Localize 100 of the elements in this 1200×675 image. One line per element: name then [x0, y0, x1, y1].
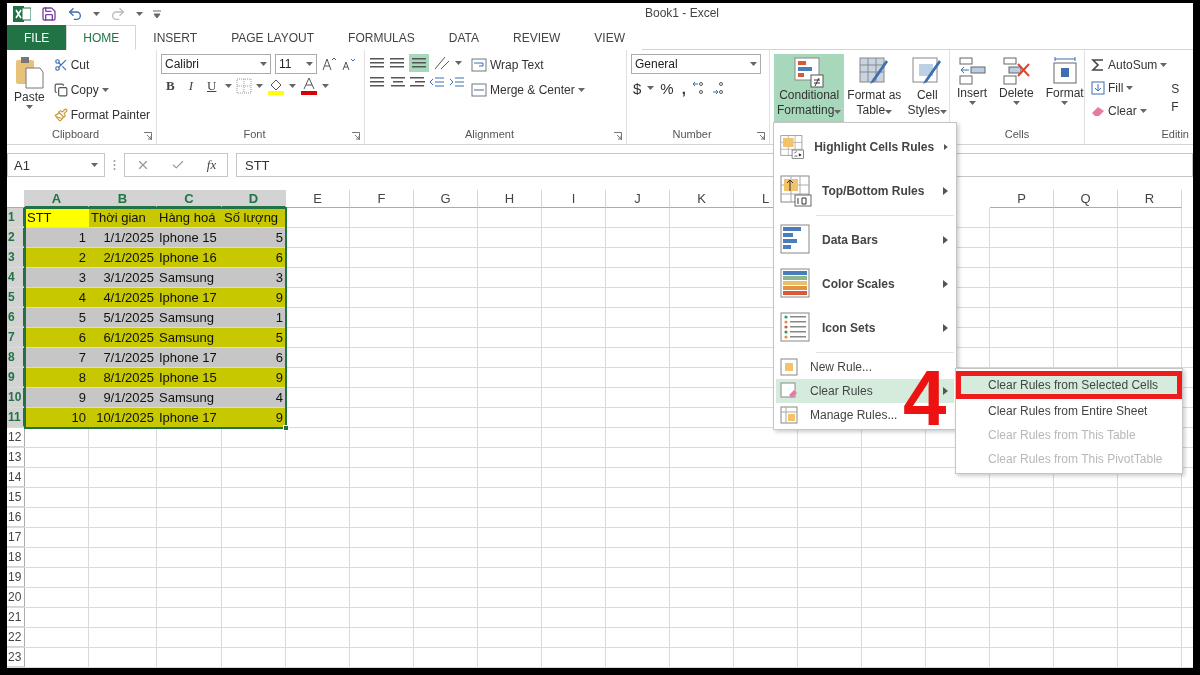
- dialog-launcher-icon[interactable]: [144, 132, 152, 140]
- merge-center-button[interactable]: Merge & Center: [469, 79, 587, 101]
- caret-icon[interactable]: [101, 88, 109, 92]
- column-header[interactable]: I: [542, 190, 606, 208]
- caret-icon[interactable]: [1139, 109, 1147, 113]
- row-header[interactable]: 16: [7, 508, 25, 527]
- row-header[interactable]: 15: [7, 488, 25, 507]
- undo-icon[interactable]: [67, 6, 83, 22]
- fill-color-icon[interactable]: [267, 77, 286, 95]
- caret-icon[interactable]: [225, 84, 233, 88]
- row-header[interactable]: 5: [7, 288, 25, 307]
- row-header[interactable]: 17: [7, 528, 25, 547]
- caret-icon[interactable]: [647, 86, 655, 90]
- cut-button[interactable]: Cut: [51, 54, 153, 76]
- number-format-field[interactable]: General: [631, 54, 761, 74]
- caret-icon[interactable]: [577, 88, 585, 92]
- column-header[interactable]: D: [222, 190, 286, 208]
- menu-item[interactable]: Data Bars: [776, 218, 954, 262]
- bold-button[interactable]: B: [161, 78, 180, 94]
- row-header[interactable]: 9: [7, 368, 25, 387]
- column-header[interactable]: Q: [1054, 190, 1118, 208]
- increase-indent-icon[interactable]: [449, 75, 465, 89]
- row-header[interactable]: 8: [7, 348, 25, 367]
- dialog-launcher-icon[interactable]: [757, 132, 765, 140]
- currency-button[interactable]: $: [631, 77, 644, 99]
- font-size-field[interactable]: 11: [275, 54, 317, 74]
- column-header[interactable]: K: [670, 190, 734, 208]
- row-header[interactable]: 21: [7, 608, 25, 627]
- row-header[interactable]: 2: [7, 228, 25, 247]
- caret-icon[interactable]: [136, 12, 143, 16]
- caret-icon[interactable]: [1126, 86, 1134, 90]
- insert-cells-icon[interactable]: [957, 56, 987, 86]
- column-header[interactable]: H: [478, 190, 542, 208]
- top-bottom-rules-icon[interactable]: [780, 175, 812, 207]
- align-right-icon[interactable]: [409, 75, 425, 89]
- menu-item[interactable]: Icon Sets: [776, 306, 954, 350]
- column-header[interactable]: G: [414, 190, 478, 208]
- color-scales-icon[interactable]: [780, 268, 812, 300]
- row-header[interactable]: 4: [7, 268, 25, 287]
- column-header[interactable]: F: [350, 190, 414, 208]
- delete-cells-icon[interactable]: [1001, 56, 1032, 86]
- italic-button[interactable]: I: [183, 78, 198, 94]
- ribbon-tab[interactable]: HOME: [66, 25, 137, 50]
- row-header[interactable]: 1: [7, 208, 25, 227]
- caret-icon[interactable]: [885, 110, 893, 114]
- file-tab[interactable]: FILE: [7, 25, 67, 50]
- format-painter-button[interactable]: Format Painter: [51, 104, 153, 126]
- align-left-icon[interactable]: [369, 75, 385, 89]
- row-header[interactable]: 12: [7, 428, 25, 447]
- percent-button[interactable]: %: [658, 77, 676, 99]
- icon-sets-icon[interactable]: [780, 312, 812, 344]
- insert-function-button[interactable]: fx: [206, 157, 217, 173]
- orientation-icon[interactable]: [433, 55, 451, 71]
- cells-button[interactable]: Insert: [954, 54, 990, 128]
- caret-icon[interactable]: [260, 62, 267, 66]
- decrease-indent-icon[interactable]: [429, 75, 445, 89]
- caret-icon[interactable]: [91, 163, 98, 167]
- cells-button[interactable]: Delete: [996, 54, 1037, 128]
- excel-logo-icon[interactable]: [13, 6, 31, 22]
- caret-icon[interactable]: [834, 110, 842, 114]
- caret-icon[interactable]: [940, 110, 948, 114]
- column-header[interactable]: J: [606, 190, 670, 208]
- column-header[interactable]: B: [89, 190, 157, 208]
- shrink-font-icon[interactable]: [341, 57, 355, 71]
- middle-align-icon[interactable]: [389, 56, 405, 70]
- name-box[interactable]: A1: [7, 153, 105, 177]
- dialog-launcher-icon[interactable]: [614, 132, 622, 140]
- column-header[interactable]: R: [1118, 190, 1182, 208]
- clear-button[interactable]: Clear: [1089, 100, 1170, 122]
- row-header[interactable]: 22: [7, 628, 25, 647]
- menu-item[interactable]: Color Scales: [776, 262, 954, 306]
- caret-icon[interactable]: [1012, 101, 1020, 105]
- caret-icon[interactable]: [1160, 63, 1168, 67]
- caret-icon[interactable]: [322, 84, 330, 88]
- grow-font-icon[interactable]: [321, 56, 337, 72]
- copy-button[interactable]: Copy: [51, 79, 153, 101]
- conditional-formatting-icon[interactable]: [793, 56, 826, 88]
- caret-icon[interactable]: [93, 12, 100, 16]
- sort-filter-label[interactable]: F: [1171, 100, 1180, 115]
- caret-icon[interactable]: [306, 62, 313, 66]
- column-header[interactable]: A: [25, 190, 89, 208]
- data-bars-icon[interactable]: [780, 224, 812, 256]
- row-header[interactable]: 3: [7, 248, 25, 267]
- enter-icon[interactable]: [171, 158, 186, 172]
- font-name-field[interactable]: Calibri: [161, 54, 271, 74]
- row-header[interactable]: 7: [7, 328, 25, 347]
- sort-filter-label[interactable]: S: [1171, 82, 1180, 97]
- caret-icon[interactable]: [968, 101, 976, 105]
- row-header[interactable]: 20: [7, 588, 25, 607]
- row-header[interactable]: 6: [7, 308, 25, 327]
- font-color-icon[interactable]: [300, 77, 319, 95]
- row-header[interactable]: 11: [7, 408, 25, 427]
- column-header[interactable]: C: [157, 190, 222, 208]
- caret-icon[interactable]: [25, 105, 33, 109]
- caret-icon[interactable]: [750, 62, 757, 66]
- customize-toolbar-icon[interactable]: [153, 10, 161, 18]
- styles-button[interactable]: Format as Table: [844, 54, 905, 128]
- caret-icon[interactable]: [455, 61, 462, 65]
- submenu-item[interactable]: Clear Rules from Entire Sheet: [958, 399, 1180, 423]
- underline-button[interactable]: U: [202, 78, 222, 94]
